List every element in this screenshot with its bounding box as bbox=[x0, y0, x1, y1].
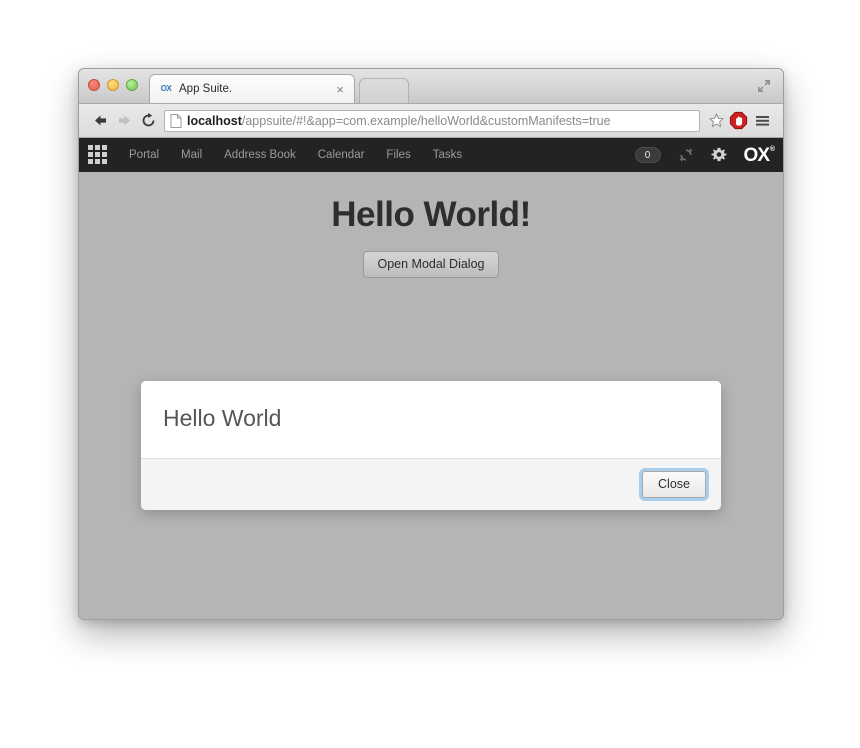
gear-icon[interactable] bbox=[711, 147, 727, 163]
browser-tab[interactable]: OX App Suite. × bbox=[149, 74, 355, 103]
nav-item-calendar[interactable]: Calendar bbox=[318, 149, 365, 161]
window-close-button[interactable] bbox=[88, 79, 100, 91]
ox-logo-mark: ® bbox=[769, 145, 775, 153]
window-zoom-button[interactable] bbox=[126, 79, 138, 91]
page-viewport: Portal Mail Address Book Calendar Files … bbox=[79, 138, 783, 619]
ox-logo-text: OX bbox=[743, 144, 770, 166]
favicon-label: OX bbox=[160, 84, 172, 93]
app-launcher-grid-icon[interactable] bbox=[88, 145, 110, 165]
bookmark-star-icon[interactable] bbox=[706, 111, 726, 131]
modal-header: Hello World bbox=[141, 381, 721, 459]
reload-icon[interactable] bbox=[136, 109, 160, 133]
window-minimize-button[interactable] bbox=[107, 79, 119, 91]
url-host: localhost bbox=[187, 113, 242, 128]
modal-dialog: Hello World Close bbox=[141, 381, 721, 510]
browser-toolbar: localhost/appsuite/#!&app=com.example/he… bbox=[79, 104, 783, 138]
nav-item-portal[interactable]: Portal bbox=[129, 149, 159, 161]
url-bar[interactable]: localhost/appsuite/#!&app=com.example/he… bbox=[164, 109, 700, 132]
nav-item-files[interactable]: Files bbox=[386, 149, 410, 161]
url-text: localhost/appsuite/#!&app=com.example/he… bbox=[187, 114, 694, 128]
ox-logo[interactable]: OX ® bbox=[743, 144, 775, 166]
nav-item-address-book[interactable]: Address Book bbox=[224, 149, 296, 161]
forward-arrow-icon[interactable] bbox=[112, 109, 136, 133]
hamburger-menu-icon[interactable] bbox=[750, 109, 774, 133]
window-traffic-lights bbox=[88, 79, 138, 91]
browser-tab-strip: OX App Suite. × bbox=[79, 69, 783, 104]
back-arrow-icon[interactable] bbox=[88, 109, 112, 133]
fullscreen-icon[interactable] bbox=[755, 77, 773, 95]
ox-main-navigation: Portal Mail Address Book Calendar Files … bbox=[129, 149, 635, 161]
modal-close-button[interactable]: Close bbox=[642, 471, 706, 498]
close-icon[interactable]: × bbox=[334, 83, 346, 96]
new-tab-button[interactable] bbox=[359, 78, 409, 103]
adblock-extension-icon[interactable] bbox=[726, 109, 750, 133]
ox-top-bar-actions: 0 OX ® bbox=[634, 144, 775, 166]
browser-tab-title: App Suite. bbox=[179, 83, 233, 95]
modal-title: Hello World bbox=[163, 405, 282, 431]
page-title: Hello World! bbox=[331, 195, 531, 234]
refresh-icon[interactable] bbox=[678, 147, 694, 163]
page-document-icon bbox=[170, 113, 182, 128]
modal-footer: Close bbox=[141, 459, 721, 510]
ox-top-bar: Portal Mail Address Book Calendar Files … bbox=[79, 138, 783, 172]
nav-item-mail[interactable]: Mail bbox=[181, 149, 202, 161]
app-content: Hello World! Open Modal Dialog bbox=[79, 172, 783, 278]
screenshot-stage: OX App Suite. × localhost/appsuite/#!&ap… bbox=[0, 0, 860, 748]
notification-badge[interactable]: 0 bbox=[634, 147, 661, 163]
url-path: /appsuite/#!&app=com.example/helloWorld&… bbox=[241, 113, 611, 128]
nav-item-tasks[interactable]: Tasks bbox=[433, 149, 462, 161]
open-modal-dialog-button[interactable]: Open Modal Dialog bbox=[363, 251, 499, 278]
browser-window: OX App Suite. × localhost/appsuite/#!&ap… bbox=[78, 68, 784, 620]
ox-favicon-icon: OX bbox=[158, 81, 174, 97]
